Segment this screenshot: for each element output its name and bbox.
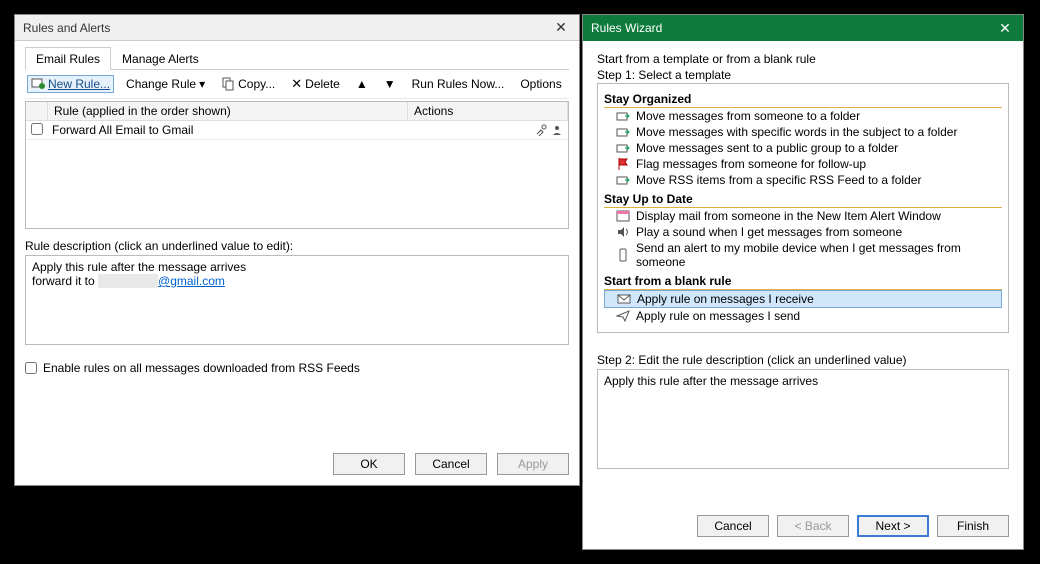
wizard-intro: Start from a template or from a blank ru… bbox=[597, 51, 1009, 67]
sound-icon bbox=[616, 225, 630, 239]
template-item[interactable]: Play a sound when I get messages from so… bbox=[604, 224, 1002, 240]
step1-label: Step 1: Select a template bbox=[597, 67, 1009, 83]
new-rule-button[interactable]: New Rule... bbox=[27, 75, 114, 93]
wizard-buttons: Cancel < Back Next > Finish bbox=[583, 503, 1023, 549]
titlebar: Rules Wizard ✕ bbox=[583, 15, 1023, 41]
send-icon bbox=[616, 309, 630, 323]
template-item[interactable]: Send an alert to my mobile device when I… bbox=[604, 240, 1002, 270]
rules-list-header: Rule (applied in the order shown) Action… bbox=[26, 102, 568, 121]
apply-button[interactable]: Apply bbox=[497, 453, 569, 475]
move-down-button[interactable]: ▼ bbox=[380, 75, 400, 93]
folder-move-icon bbox=[616, 109, 630, 123]
forward-address-link[interactable]: xxxx@gmail.com bbox=[98, 274, 225, 288]
window-title: Rules and Alerts bbox=[23, 21, 110, 35]
chevron-down-icon: ▾ bbox=[199, 77, 205, 91]
rss-move-icon bbox=[616, 173, 630, 187]
folder-move-icon bbox=[616, 125, 630, 139]
delete-icon: ✕ bbox=[291, 76, 302, 92]
desc-line1: Apply this rule after the message arrive… bbox=[32, 260, 562, 274]
template-item[interactable]: Apply rule on messages I send bbox=[604, 308, 1002, 324]
titlebar: Rules and Alerts ✕ bbox=[15, 15, 579, 41]
section-blank-rule: Start from a blank rule bbox=[604, 274, 1002, 290]
next-button[interactable]: Next > bbox=[857, 515, 929, 537]
copy-button[interactable]: Copy... bbox=[217, 75, 279, 93]
folder-move-icon bbox=[616, 141, 630, 155]
delete-button[interactable]: ✕ Delete bbox=[287, 74, 344, 94]
template-item-selected[interactable]: Apply rule on messages I receive bbox=[604, 290, 1002, 308]
rules-and-alerts-dialog: Rules and Alerts ✕ Email Rules Manage Al… bbox=[14, 14, 580, 486]
rss-checkbox[interactable] bbox=[25, 362, 37, 374]
ok-button[interactable]: OK bbox=[333, 453, 405, 475]
col-actions[interactable]: Actions bbox=[408, 102, 568, 120]
tab-manage-alerts[interactable]: Manage Alerts bbox=[111, 47, 210, 70]
rss-checkbox-row[interactable]: Enable rules on all messages downloaded … bbox=[25, 361, 569, 375]
triangle-up-icon: ▲ bbox=[356, 77, 368, 91]
alert-window-icon bbox=[616, 209, 630, 223]
col-rule[interactable]: Rule (applied in the order shown) bbox=[48, 102, 408, 120]
back-button[interactable]: < Back bbox=[777, 515, 849, 537]
section-stay-up-to-date: Stay Up to Date bbox=[604, 192, 1002, 208]
options-button[interactable]: Options bbox=[516, 75, 565, 93]
finish-button[interactable]: Finish bbox=[937, 515, 1009, 537]
change-rule-button[interactable]: Change Rule ▾ bbox=[122, 75, 209, 93]
rule-description-label: Rule description (click an underlined va… bbox=[25, 239, 569, 253]
template-item[interactable]: Display mail from someone in the New Ite… bbox=[604, 208, 1002, 224]
flag-icon bbox=[616, 157, 630, 171]
template-item[interactable]: Move messages from someone to a folder bbox=[604, 108, 1002, 124]
dialog-buttons: OK Cancel Apply bbox=[25, 443, 569, 475]
tab-email-rules[interactable]: Email Rules bbox=[25, 47, 111, 70]
step2-label: Step 2: Edit the rule description (click… bbox=[597, 353, 1009, 367]
close-icon[interactable]: ✕ bbox=[987, 15, 1023, 41]
rules-wizard-dialog: Rules Wizard ✕ Start from a template or … bbox=[582, 14, 1024, 550]
new-rule-icon bbox=[31, 77, 45, 91]
move-up-button[interactable]: ▲ bbox=[352, 75, 372, 93]
cancel-button[interactable]: Cancel bbox=[697, 515, 769, 537]
template-item[interactable]: Move messages sent to a public group to … bbox=[604, 140, 1002, 156]
close-icon[interactable]: ✕ bbox=[543, 15, 579, 41]
step2-text: Apply this rule after the message arrive… bbox=[604, 374, 1002, 388]
envelope-icon bbox=[617, 292, 631, 306]
window-title: Rules Wizard bbox=[591, 21, 662, 35]
step2-description-box: Apply this rule after the message arrive… bbox=[597, 369, 1009, 469]
template-item[interactable]: Move RSS items from a specific RSS Feed … bbox=[604, 172, 1002, 188]
run-rules-button[interactable]: Run Rules Now... bbox=[408, 75, 509, 93]
triangle-down-icon: ▼ bbox=[384, 77, 396, 91]
rule-enabled-checkbox[interactable] bbox=[31, 123, 43, 135]
toolbar: New Rule... Change Rule ▾ Copy... ✕ Dele… bbox=[25, 70, 569, 99]
person-icon[interactable] bbox=[550, 123, 564, 137]
tabs: Email Rules Manage Alerts bbox=[25, 47, 569, 70]
template-list: Stay Organized Move messages from someon… bbox=[597, 83, 1009, 333]
list-item[interactable]: Forward All Email to Gmail bbox=[26, 121, 568, 140]
mobile-icon bbox=[616, 248, 630, 262]
copy-icon bbox=[221, 77, 235, 91]
section-stay-organized: Stay Organized bbox=[604, 92, 1002, 108]
cancel-button[interactable]: Cancel bbox=[415, 453, 487, 475]
template-item[interactable]: Flag messages from someone for follow-up bbox=[604, 156, 1002, 172]
wrench-icon[interactable] bbox=[534, 123, 548, 137]
desc-line2: forward it to xxxx@gmail.com bbox=[32, 274, 562, 288]
template-item[interactable]: Move messages with specific words in the… bbox=[604, 124, 1002, 140]
rules-list: Rule (applied in the order shown) Action… bbox=[25, 101, 569, 229]
rule-name: Forward All Email to Gmail bbox=[48, 121, 408, 139]
rule-description-box: Apply this rule after the message arrive… bbox=[25, 255, 569, 345]
